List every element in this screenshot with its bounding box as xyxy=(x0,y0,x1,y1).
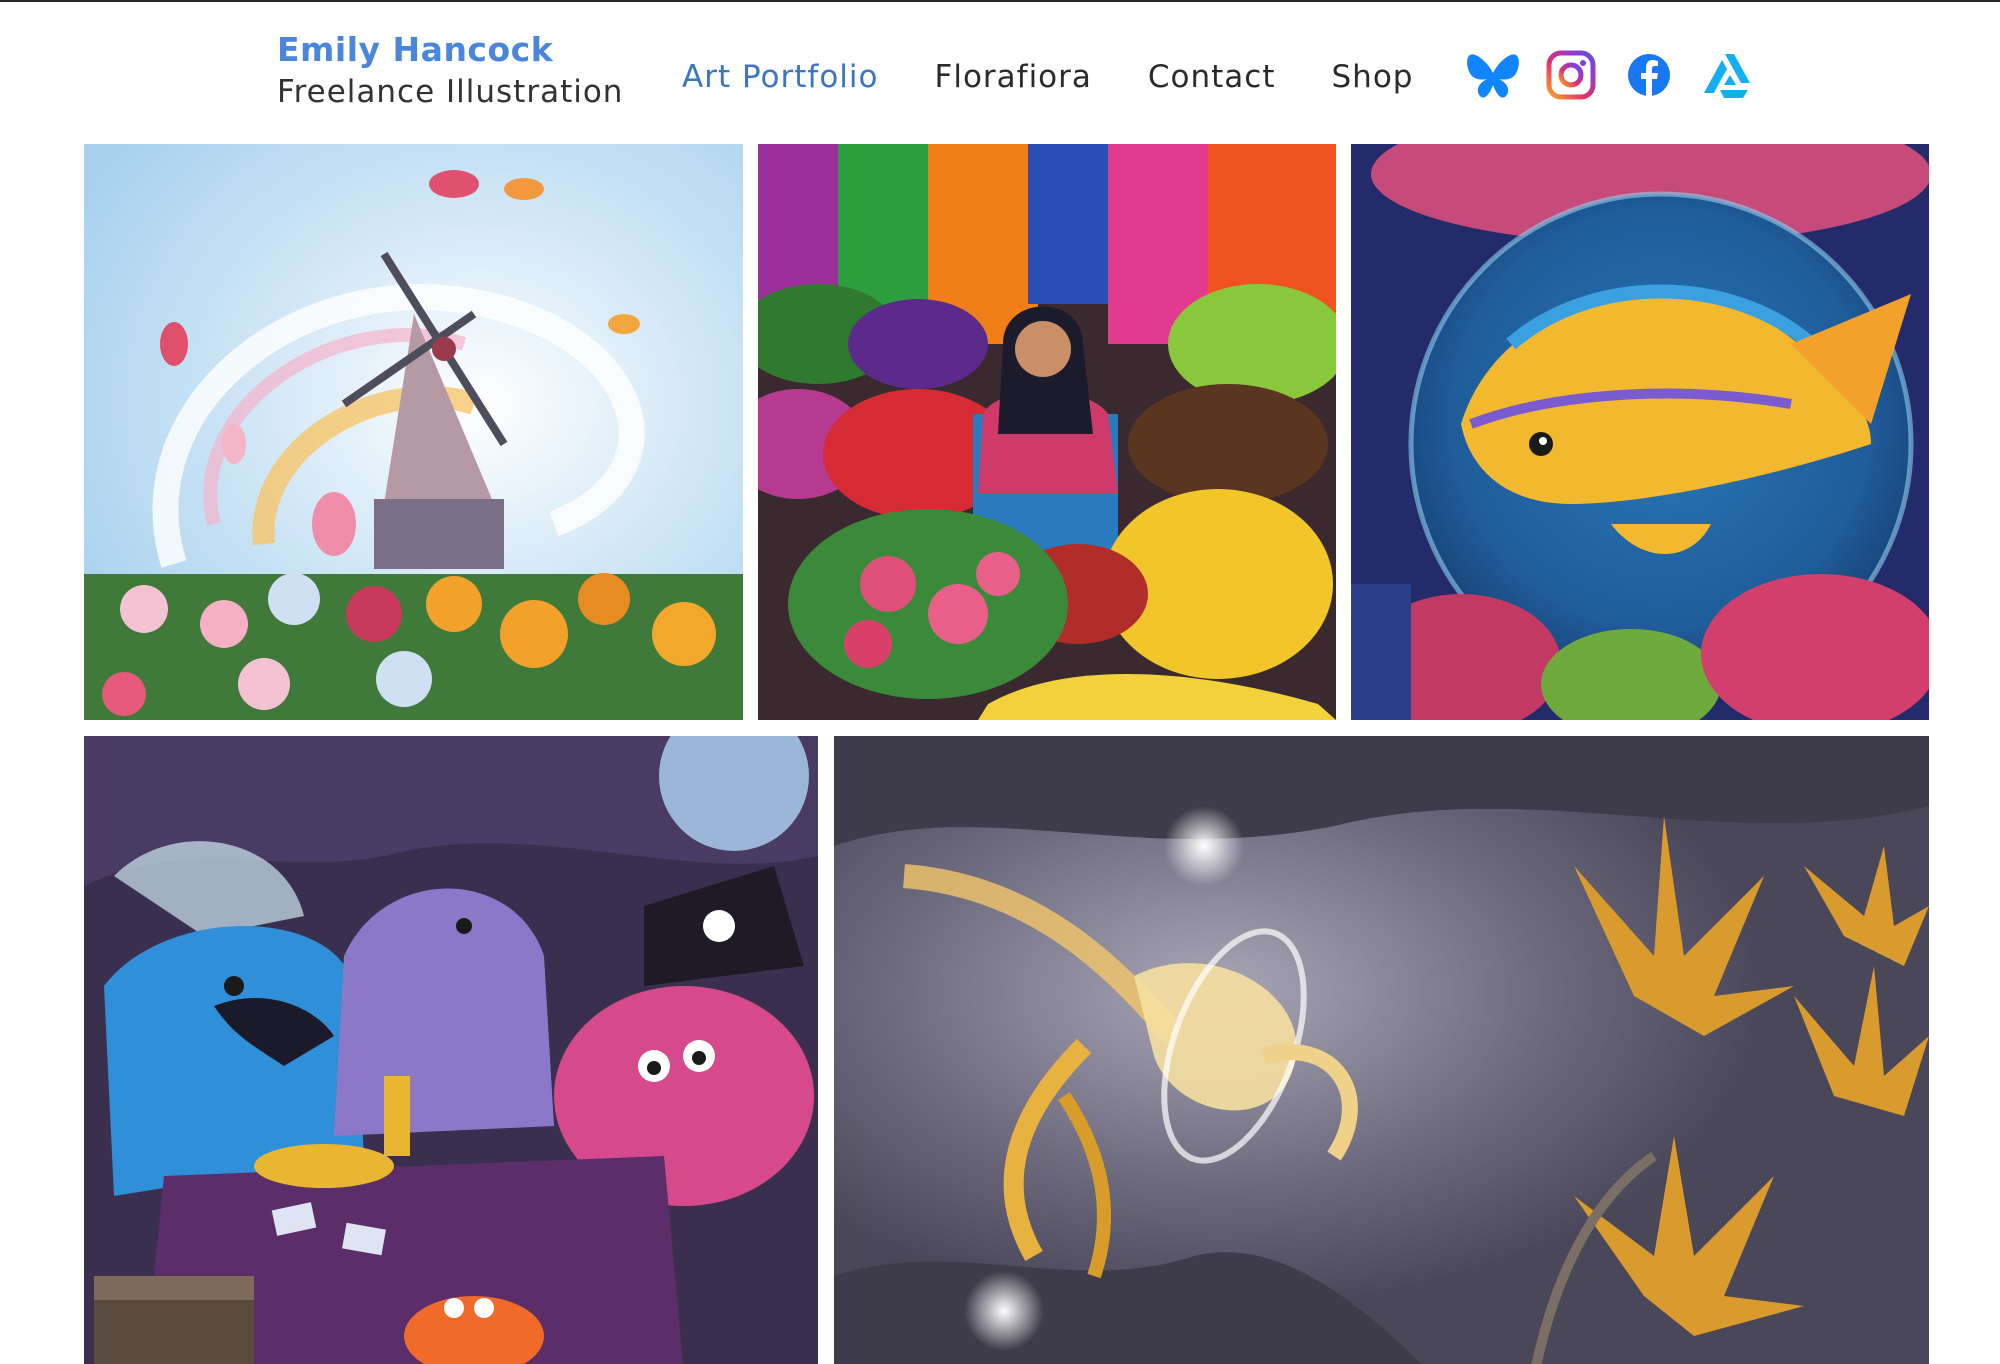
brand-tagline: Freelance Illustration xyxy=(277,74,624,110)
page: Emily Hancock Freelance Illustration Art… xyxy=(0,0,2000,1364)
gallery-artwork-windmill[interactable] xyxy=(84,144,743,720)
nav-item-art-portfolio[interactable]: Art Portfolio xyxy=(682,54,879,100)
artstation-icon xyxy=(1704,54,1750,98)
nav-item-shop[interactable]: Shop xyxy=(1332,54,1414,100)
artstation-link[interactable] xyxy=(1698,46,1756,104)
social-links xyxy=(1464,46,1776,104)
brand-logo-link[interactable]: Emily Hancock Freelance Illustration xyxy=(277,30,623,112)
facebook-link[interactable] xyxy=(1620,46,1678,104)
gallery-artwork-fish[interactable] xyxy=(1351,144,1929,720)
nav-item-contact[interactable]: Contact xyxy=(1148,54,1276,100)
butterfly-icon xyxy=(1467,54,1519,98)
gallery-artwork-card-game[interactable] xyxy=(84,736,818,1364)
artwork-market-image xyxy=(758,144,1336,720)
artwork-cave-spirit-image xyxy=(834,736,1929,1364)
gallery-artwork-market[interactable] xyxy=(758,144,1336,720)
brand-name: Emily Hancock xyxy=(277,30,554,69)
gallery-artwork-cave-spirit[interactable] xyxy=(834,736,1929,1364)
artwork-card-game-image xyxy=(84,736,818,1364)
site-header: Emily Hancock Freelance Illustration Art… xyxy=(0,2,2000,142)
nav-item-florafiora[interactable]: Florafiora xyxy=(935,54,1092,100)
artwork-windmill-image xyxy=(84,144,743,720)
artwork-fish-image xyxy=(1351,144,1929,720)
main-nav: Art Portfolio Florafiora Contact Shop xyxy=(682,54,1469,100)
instagram-icon xyxy=(1546,50,1596,100)
instagram-link[interactable] xyxy=(1542,46,1600,104)
facebook-icon xyxy=(1628,54,1670,96)
bluesky-link[interactable] xyxy=(1464,46,1522,104)
